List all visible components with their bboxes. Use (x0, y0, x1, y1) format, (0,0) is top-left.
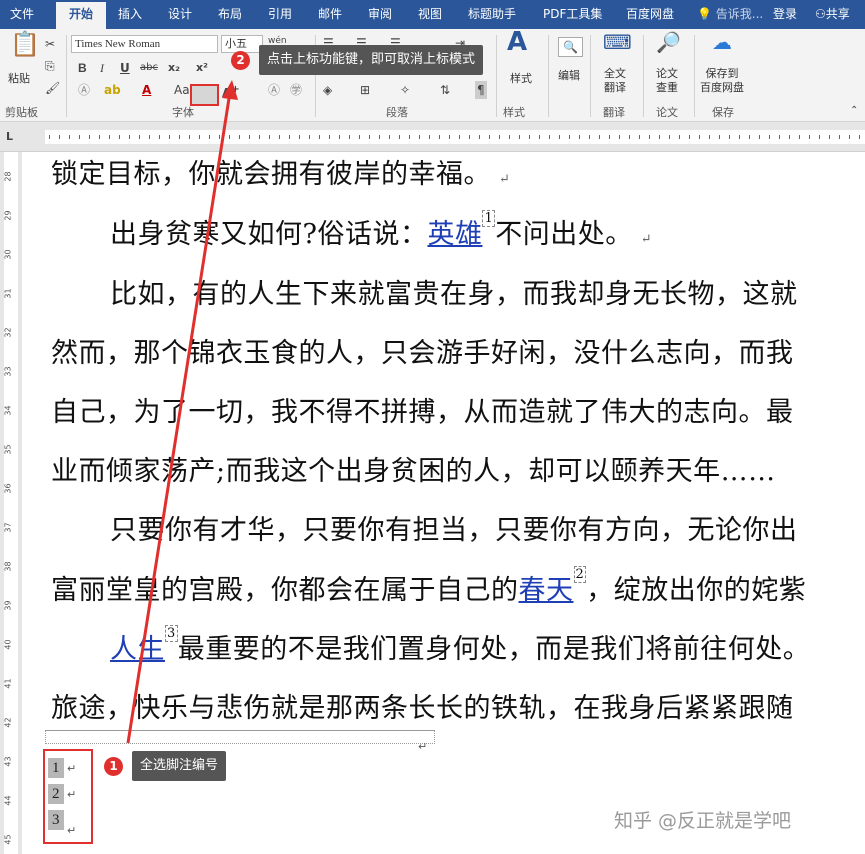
annotation-arrow (126, 80, 238, 744)
footnote-selection-highlight (43, 749, 93, 844)
watermark: 知乎 @反正就是学吧 (614, 810, 792, 832)
step-badge-1: 1 (104, 757, 123, 776)
step-badge-2: 2 (231, 51, 250, 70)
callout-click-superscript: 点击上标功能键，即可取消上标模式 (259, 45, 484, 75)
callout-select-footnotes: 全选脚注编号 (132, 751, 227, 781)
